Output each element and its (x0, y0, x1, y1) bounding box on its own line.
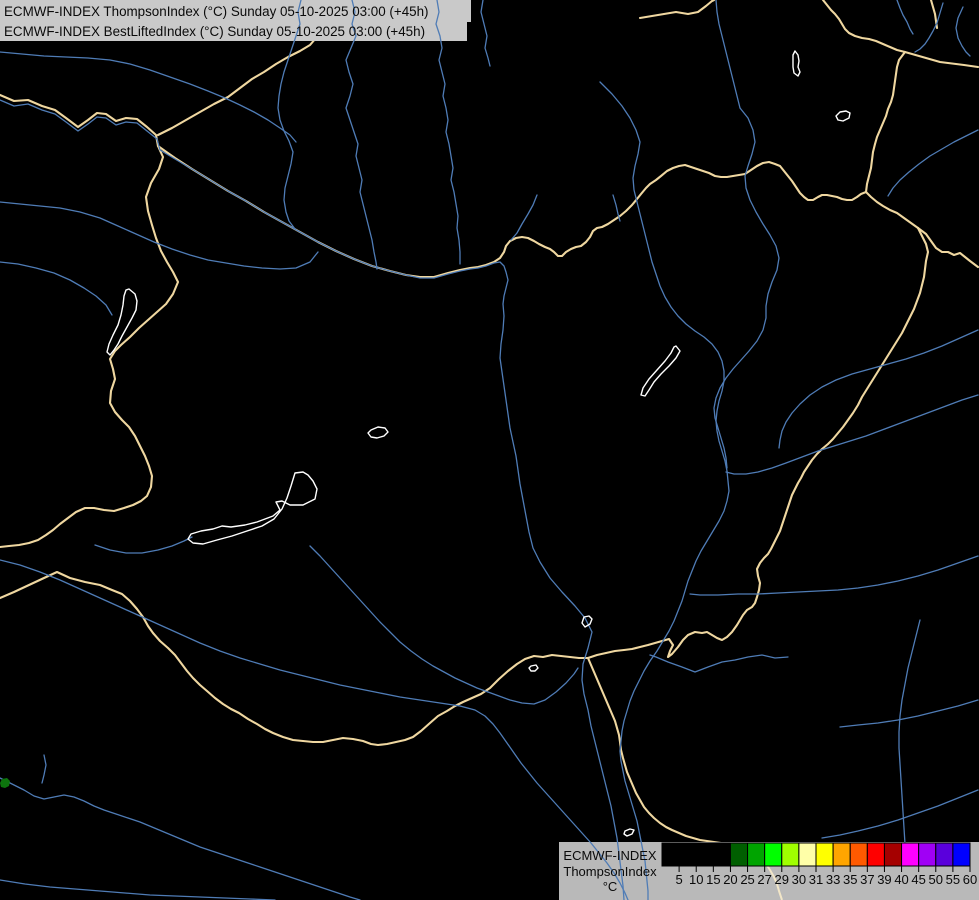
legend-scale-cell (679, 843, 696, 866)
legend-scale-cell (936, 843, 953, 866)
legend-scale-tick-label: 30 (792, 872, 806, 887)
legend-scale-tick-label: 20 (723, 872, 737, 887)
legend-scale-cell (765, 843, 782, 866)
legend-scale-tick-label: 45 (911, 872, 925, 887)
legend-scale-tick-label: 29 (775, 872, 789, 887)
legend-scale-cell (748, 843, 765, 866)
legend-scale-cell (884, 843, 901, 866)
legend-scale-cell (833, 843, 850, 866)
legend-scale-tick-label: 50 (929, 872, 943, 887)
legend-index-label: ThompsonIndex (563, 864, 657, 879)
legend-scale-cell (850, 843, 867, 866)
legend-scale-tick-label: 15 (706, 872, 720, 887)
legend-model-label: ECMWF-INDEX (563, 848, 656, 863)
legend-scale-cell (867, 843, 884, 866)
legend-scale-cell (730, 843, 747, 866)
legend-scale-tick-label: 35 (843, 872, 857, 887)
legend-scale-tick-label: 27 (757, 872, 771, 887)
legend-scale-tick-label: 31 (809, 872, 823, 887)
legend-unit-label: °C (603, 879, 618, 894)
map-title-primary: ECMWF-INDEX ThompsonIndex (°C) Sunday 05… (4, 4, 429, 19)
map-background (0, 0, 979, 900)
map-title-secondary: ECMWF-INDEX BestLiftedIndex (°C) Sunday … (4, 24, 425, 39)
legend-scale-tick-label: 5 (675, 872, 682, 887)
legend-scale-tick-label: 25 (740, 872, 754, 887)
legend-scale-cell (799, 843, 816, 866)
legend-color-scale: 5 1015202527 293031333537394045 505560 (662, 843, 977, 887)
legend-scale-cell (919, 843, 936, 866)
legend-scale-tick-label: 10 (689, 872, 703, 887)
legend-scale-cell (902, 843, 919, 866)
legend-scale-tick-label: 37 (860, 872, 874, 887)
legend-scale-tick-label: 33 (826, 872, 840, 887)
weather-map-screenshot: 5 1015202527 293031333537394045 505560 ECMW… (0, 0, 979, 900)
legend-scale-tick-label: 55 (946, 872, 960, 887)
legend-scale-cell (696, 843, 713, 866)
legend-scale-cell (782, 843, 799, 866)
legend-scale-tick-label: 40 (894, 872, 908, 887)
legend-scale-cell (953, 843, 970, 866)
legend-scale-cell (662, 843, 679, 866)
weather-map-canvas: 5 1015202527 293031333537394045 505560 ECMW… (0, 0, 979, 900)
legend-scale-cell (713, 843, 730, 866)
legend-scale-tick-label: 39 (877, 872, 891, 887)
legend-scale-tick-label: 60 (963, 872, 977, 887)
legend-scale-cell (816, 843, 833, 866)
